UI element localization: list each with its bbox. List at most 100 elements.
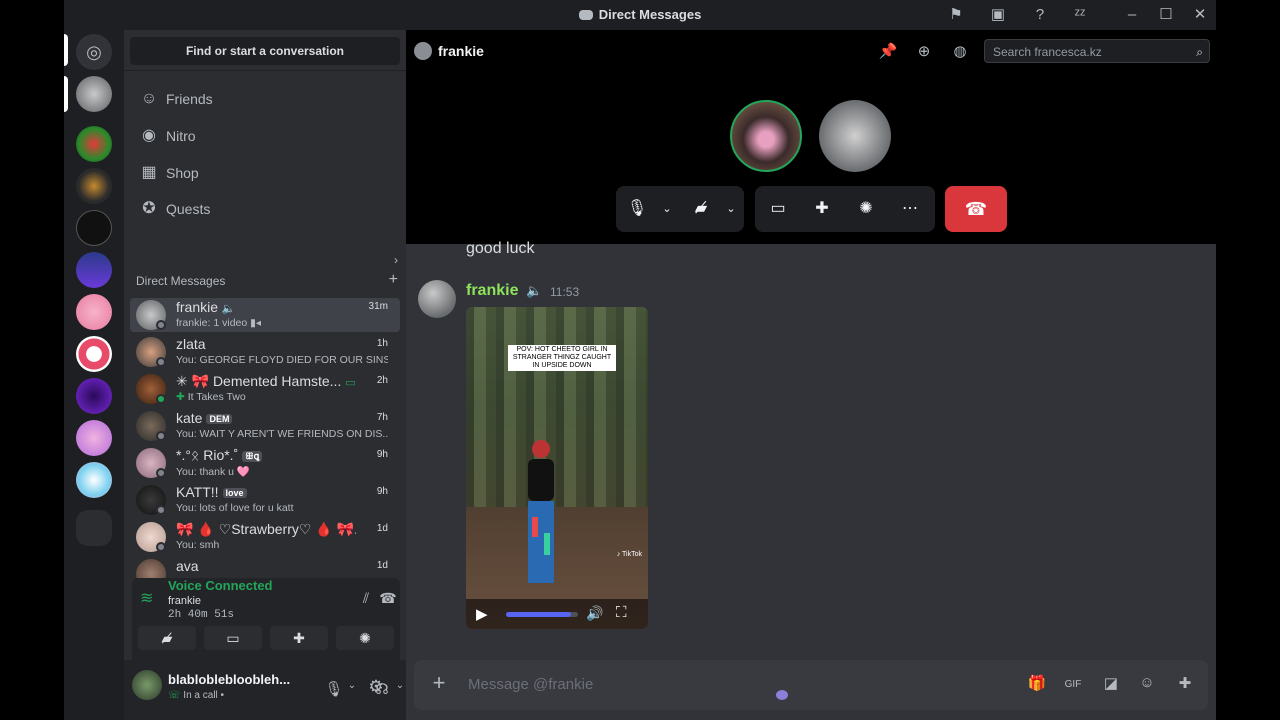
gift-icon[interactable]: 🎁 — [1026, 674, 1048, 696]
call-icon: ☏ — [168, 690, 181, 701]
screen-share-button[interactable]: ▭ — [204, 626, 262, 650]
dm-item-katt[interactable]: KATT!! love You: lots of love for u katt … — [130, 483, 400, 517]
video-icon: ▮◂ — [250, 317, 262, 329]
clan-tag: ꕥꝗ — [242, 451, 263, 462]
more-icon[interactable]: ⋯ — [899, 198, 921, 220]
activities-icon[interactable]: ✚ — [811, 198, 833, 220]
chevron-down-icon[interactable]: ⌄ — [342, 680, 362, 700]
microphone-icon[interactable]: 🎙 — [626, 198, 648, 220]
nav-shop[interactable]: ▦ Shop — [132, 156, 400, 190]
add-friend-icon[interactable]: ⊕ — [914, 42, 934, 62]
dm-item-strawberry[interactable]: 🎀 🩸 ♡Strawberry♡ 🩸 🎀... You: smh 1d — [130, 520, 400, 554]
activities-button[interactable]: ✚ — [270, 626, 328, 650]
progress-bar[interactable] — [506, 612, 578, 617]
server-icon[interactable] — [76, 168, 112, 204]
dm-item-demented-hamster[interactable]: ✳ 🎀 Demented Hamste... ▭ ✚ It Takes Two … — [130, 372, 400, 406]
message-composer[interactable]: + Message @frankie 🎁 GIF ◪ ☺ ✚ — [414, 660, 1208, 710]
voice-channel[interactable]: frankie — [168, 595, 201, 607]
video-attachment[interactable]: POV: HOT CHEETO GIRL IN STRANGER THINGZ … — [466, 307, 648, 629]
soundboard-button[interactable]: ✺ — [336, 626, 394, 650]
chevron-down-icon[interactable]: ⌄ — [656, 198, 678, 220]
server-icon[interactable] — [76, 126, 112, 162]
server-icon[interactable] — [76, 462, 112, 498]
screen-share-icon: ▭ — [345, 377, 356, 389]
camera-off-icon[interactable]: ▰̸ — [690, 198, 712, 220]
channel-title: frankie — [438, 43, 484, 59]
camera-off-button[interactable]: ▰̸ — [138, 626, 196, 650]
user-status: In a call • — [183, 690, 225, 701]
flag-icon[interactable]: ⚑ — [946, 5, 966, 25]
server-icon[interactable] — [76, 420, 112, 456]
mouse-cursor — [776, 690, 788, 700]
server-icon[interactable] — [76, 336, 112, 372]
play-icon[interactable]: ▶ — [476, 605, 488, 623]
volume-icon[interactable]: 🔊 — [586, 605, 603, 622]
video-subject — [528, 440, 554, 583]
friends-icon: ☺ — [140, 90, 158, 107]
progress-fill — [506, 612, 571, 617]
discord-logo-icon — [578, 10, 593, 20]
tiktok-watermark: ♪ TikTok — [616, 551, 642, 558]
window-title: Direct Messages — [598, 7, 702, 22]
signal-icon: ≋ — [140, 590, 154, 607]
message-timestamp: 11:53 — [550, 285, 580, 299]
dm-header: Direct Messages — [136, 274, 226, 288]
pin-icon[interactable]: 📌 — [878, 42, 898, 62]
nitro-icon: ◉ — [142, 127, 156, 144]
gif-icon[interactable]: GIF — [1062, 674, 1084, 696]
screen-share-icon[interactable]: ▭ — [767, 198, 789, 220]
user-panel: blabloblebloobleh... ☏ In a call • 🎙 ⌄ ☊… — [124, 660, 406, 720]
profile-icon[interactable]: ◍ — [950, 42, 970, 62]
call-participant-avatar[interactable] — [819, 100, 891, 172]
sleep-icon[interactable]: ᶻᶻ — [1070, 5, 1090, 25]
dm-item-rio[interactable]: *.°ᛟ Rio*.˚ ꕥꝗ You: thank u 🩷 9h — [130, 446, 400, 480]
call-participant-avatar[interactable] — [730, 100, 802, 172]
video-controls: ▶ 🔊 ⛶ — [466, 599, 648, 629]
emoji-icon[interactable]: ☺ — [1136, 674, 1158, 696]
noise-suppression-icon[interactable]: ⫽ — [356, 590, 376, 610]
disconnect-icon[interactable]: ☎ — [378, 590, 398, 610]
attach-plus-icon[interactable]: + — [428, 672, 450, 694]
close-button[interactable]: ✕ — [1190, 5, 1210, 25]
minimize-button[interactable]: – — [1122, 5, 1142, 25]
server-icon[interactable] — [76, 294, 112, 330]
nav-friends[interactable]: ☺ Friends — [132, 82, 400, 116]
search-input[interactable]: Search francesca.kz ⌕ — [984, 39, 1210, 63]
server-rail: ◎ — [64, 30, 124, 720]
chevron-down-icon[interactable]: ⌄ — [720, 198, 742, 220]
settings-gear-icon[interactable]: ⚙ — [366, 677, 386, 697]
avatar — [414, 42, 432, 60]
avatar[interactable] — [132, 670, 162, 700]
message-author[interactable]: frankie — [466, 282, 518, 300]
call-avatar-frankie[interactable] — [76, 76, 112, 112]
selected-pill — [64, 34, 68, 66]
server-folder[interactable] — [76, 510, 112, 546]
dm-item-zlata[interactable]: zlata You: GEORGE FLOYD DIED FOR OUR SIN… — [130, 335, 400, 369]
inbox-icon[interactable]: ▣ — [988, 5, 1008, 25]
home-button[interactable]: ◎ — [76, 34, 112, 70]
nav-nitro[interactable]: ◉ Nitro — [132, 119, 400, 153]
message-input[interactable]: Message @frankie — [468, 676, 593, 693]
create-dm-button[interactable]: + — [389, 271, 398, 289]
sticker-icon[interactable]: ◪ — [1100, 674, 1122, 696]
microphone-icon[interactable]: 🎙 — [324, 680, 344, 700]
dm-item-kate[interactable]: kate DEM You: WAIT Y AREN'T WE FRIENDS ON… — [130, 409, 400, 443]
fullscreen-icon[interactable]: ⛶ — [616, 604, 627, 621]
video-caption: POV: HOT CHEETO GIRL IN STRANGER THINGZ … — [508, 345, 616, 371]
avatar[interactable] — [418, 280, 456, 318]
quests-icon: ✪ — [142, 200, 156, 217]
find-conversation-button[interactable]: Find or start a conversation — [130, 37, 400, 65]
apps-icon[interactable]: ✚ — [1174, 674, 1196, 696]
soundboard-icon[interactable]: ✺ — [855, 198, 877, 220]
maximize-button[interactable]: ☐ — [1156, 5, 1176, 25]
server-icon[interactable] — [76, 378, 112, 414]
end-call-button[interactable]: ☎ — [945, 186, 1007, 232]
server-icon[interactable] — [76, 252, 112, 288]
server-icon[interactable] — [76, 210, 112, 246]
chevron-right-icon[interactable]: › — [394, 253, 398, 267]
voice-status[interactable]: Voice Connected — [168, 578, 273, 593]
dm-item-frankie[interactable]: frankie 🔈 frankie: 1 video ▮◂ 31m — [130, 298, 400, 332]
username[interactable]: blabloblebloobleh... — [168, 672, 306, 687]
nav-quests[interactable]: ✪ Quests — [132, 192, 400, 226]
help-icon[interactable]: ? — [1030, 5, 1050, 25]
